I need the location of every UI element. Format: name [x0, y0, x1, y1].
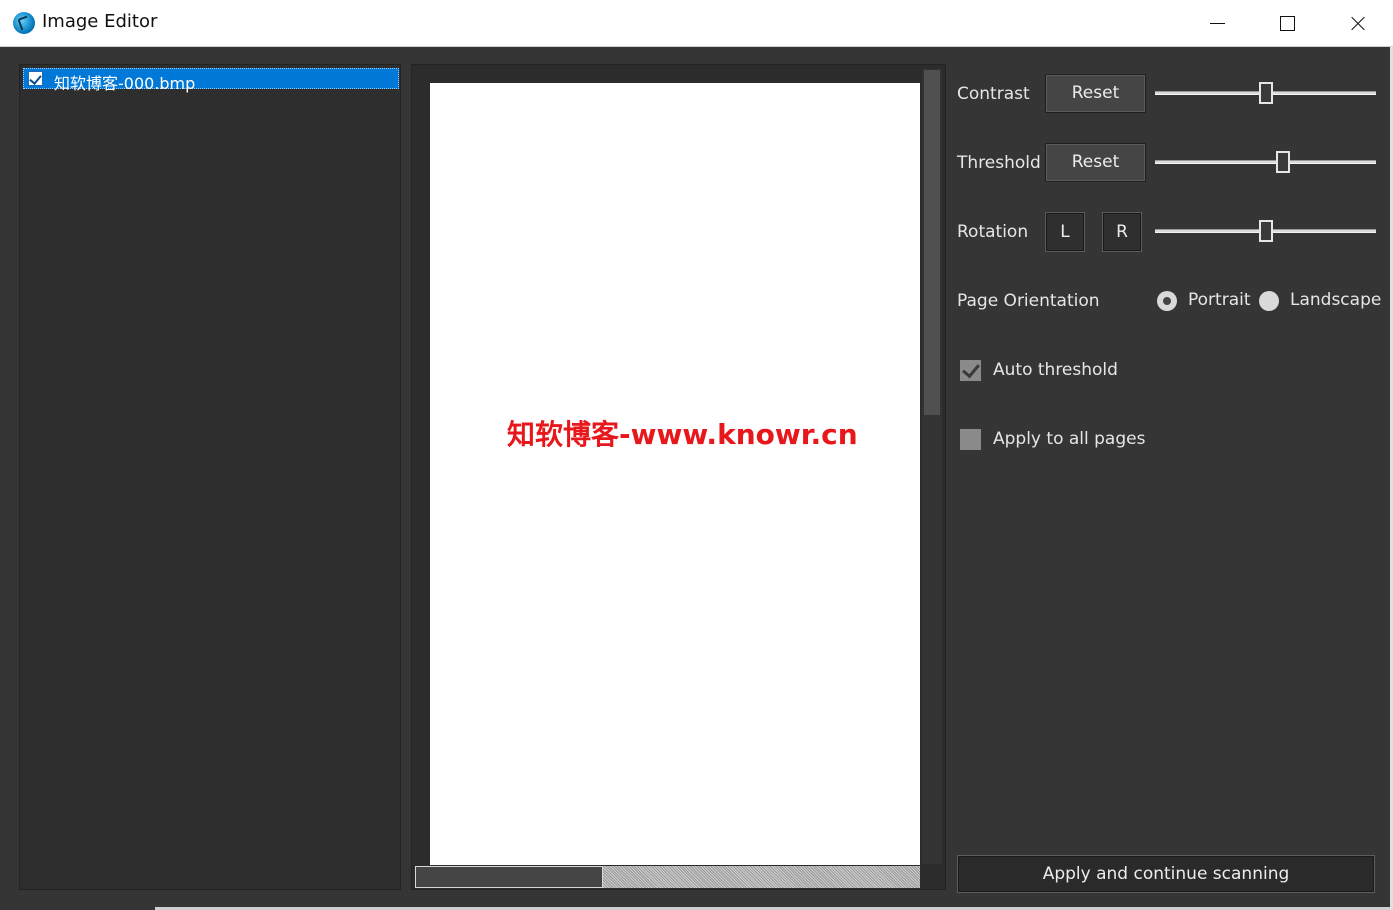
rotation-slider[interactable]: [1155, 220, 1376, 244]
auto-threshold-label[interactable]: Auto threshold: [993, 360, 1118, 380]
file-list-item[interactable]: 知软博客-000.bmp: [23, 68, 399, 93]
rotation-slider-thumb[interactable]: [1258, 220, 1273, 242]
watermark-text: 知软博客-www.knowr.cn: [507, 418, 858, 451]
file-checkbox[interactable]: [28, 71, 43, 86]
rotate-right-button[interactable]: R: [1102, 212, 1142, 252]
auto-threshold-checkbox[interactable]: [960, 360, 981, 381]
apply-and-continue-button[interactable]: Apply and continue scanning: [957, 855, 1375, 893]
image-editor-window: Image Editor 知软博客-000.bmp 知软博客-www.knowr…: [0, 0, 1393, 910]
file-name: 知软博客-000.bmp: [54, 74, 196, 93]
rotation-label: Rotation: [957, 222, 1029, 242]
apply-all-pages-label[interactable]: Apply to all pages: [993, 429, 1145, 449]
threshold-slider-track: [1155, 160, 1376, 164]
title-bar[interactable]: Image Editor: [0, 0, 1393, 47]
page-orientation-label: Page Orientation: [957, 291, 1100, 311]
contrast-reset-button[interactable]: Reset: [1045, 74, 1146, 113]
file-list-panel[interactable]: 知软博客-000.bmp: [19, 64, 401, 890]
maximize-button[interactable]: [1252, 0, 1322, 46]
preview-page: 知软博客-www.knowr.cn: [430, 83, 920, 865]
image-preview-panel[interactable]: 知软博客-www.knowr.cn: [411, 64, 946, 890]
landscape-label[interactable]: Landscape: [1290, 290, 1381, 310]
threshold-slider-thumb[interactable]: [1276, 151, 1291, 173]
landscape-radio[interactable]: [1259, 291, 1279, 311]
contrast-slider[interactable]: [1155, 82, 1376, 106]
threshold-reset-button[interactable]: Reset: [1045, 143, 1146, 182]
minimize-button[interactable]: [1183, 0, 1253, 46]
apply-all-pages-checkbox[interactable]: [960, 429, 981, 450]
contrast-slider-thumb[interactable]: [1258, 82, 1273, 104]
portrait-radio[interactable]: [1157, 291, 1177, 311]
portrait-label[interactable]: Portrait: [1188, 290, 1251, 310]
window-title: Image Editor: [42, 11, 158, 32]
contrast-label: Contrast: [957, 84, 1030, 104]
app-globe-icon: [13, 12, 35, 34]
threshold-slider[interactable]: [1155, 151, 1376, 175]
rotate-left-button[interactable]: L: [1045, 212, 1085, 252]
close-button[interactable]: [1322, 0, 1392, 46]
vertical-scroll-thumb[interactable]: [924, 70, 940, 415]
threshold-label: Threshold: [957, 153, 1041, 173]
horizontal-scroll-thumb[interactable]: [415, 866, 603, 888]
